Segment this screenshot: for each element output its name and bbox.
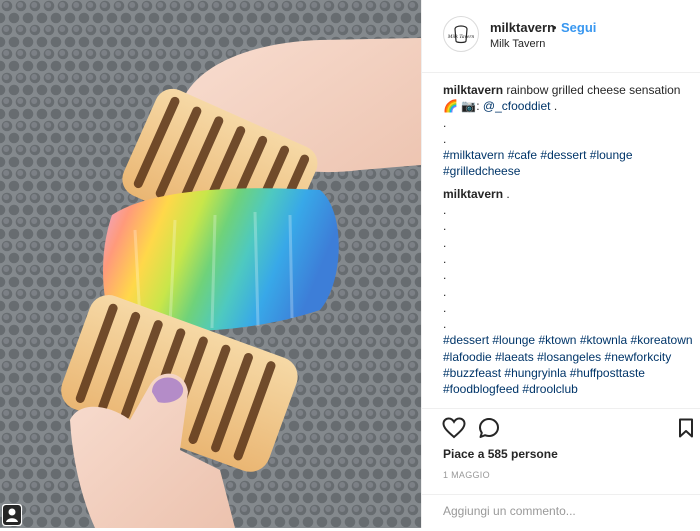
add-comment-bar [422,494,700,529]
comment-dot-line: . [443,251,447,266]
hashtag-link[interactable]: #cafe [508,148,537,162]
hashtag-link[interactable]: #laeats [495,350,534,364]
action-bar [422,408,700,447]
header-username[interactable]: milktavern [490,20,555,35]
hashtag-link[interactable]: #losangeles [537,350,601,364]
hashtag-link[interactable]: #koreatown [631,333,693,347]
comment-author[interactable]: milktavern [443,187,503,201]
heart-icon[interactable] [442,417,466,444]
avatar-logo-text: Milk Tavern [447,34,475,40]
caption-end: . [553,99,558,114]
comment-dot-line: . [443,300,447,315]
hashtag-link[interactable]: #ktown [538,333,576,347]
comment-dot-line: . [443,268,447,283]
hashtag-link[interactable]: #dessert [443,333,489,347]
post-sidebar: Milk Tavern milktavern • Segui Milk Tave… [421,0,700,528]
post-header: Milk Tavern milktavern • Segui Milk Tave… [422,0,700,73]
comments-list[interactable]: milktavern rainbow grilled cheese sensat… [443,82,693,408]
hashtag-link[interactable]: #lounge [492,333,535,347]
hashtag-link[interactable]: #huffposttaste [570,366,645,380]
hashtag-link[interactable]: #grilledcheese [443,164,520,178]
comment-dot-line: . [443,317,447,332]
comment-hashtags: #dessert #lounge #ktown #ktownla #koreat… [443,332,693,397]
comment-dot-line: . [443,235,447,250]
caption-line: milktavern rainbow grilled cheese sensat… [443,82,693,115]
hashtag-link[interactable]: #ktownla [580,333,627,347]
comment-dot-line: . [443,203,447,218]
follow-button[interactable]: Segui [561,20,596,35]
post-date: 1 MAGGIO [443,470,490,480]
rainbow-grilled-cheese-image [0,0,421,528]
comment-input[interactable] [443,504,673,518]
hashtag-link[interactable]: #lafoodie [443,350,492,364]
comment-dot-line: . [443,284,447,299]
hashtag-link[interactable]: #foodblogfeed [443,382,519,396]
likes-text: Piace a 585 persone [443,447,558,461]
hashtag-link[interactable]: #milktavern [443,148,504,162]
caption-author[interactable]: milktavern [443,83,503,97]
hashtag-link[interactable]: #dessert [540,148,586,162]
avatar[interactable]: Milk Tavern [443,16,479,52]
caption-dot-line: . [443,115,447,130]
comment-text: . [506,186,510,201]
user-icon[interactable] [2,504,22,526]
comment-line: milktavern . [443,186,693,202]
hashtag-link[interactable]: #newforkcity [605,350,672,364]
caption-dot-line: . [443,131,447,146]
hashtag-link[interactable]: #lounge [590,148,633,162]
comment-dot-line: . [443,219,447,234]
caption-hashtags: #milktavern #cafe #dessert #lounge #gril… [443,147,693,180]
comment-icon[interactable] [478,417,500,444]
hashtag-link[interactable]: #hungryinla [504,366,566,380]
hashtag-link[interactable]: #droolclub [522,382,577,396]
likes-count[interactable]: Piace a 585 persone [443,447,558,461]
hashtag-link[interactable]: #buzzfeast [443,366,501,380]
caption-mention[interactable]: @_cfooddiet [483,99,551,113]
post-photo[interactable] [0,0,421,528]
location-link[interactable]: Milk Tavern [490,38,545,50]
bookmark-icon[interactable] [678,418,694,443]
header-separator: • [552,20,557,35]
